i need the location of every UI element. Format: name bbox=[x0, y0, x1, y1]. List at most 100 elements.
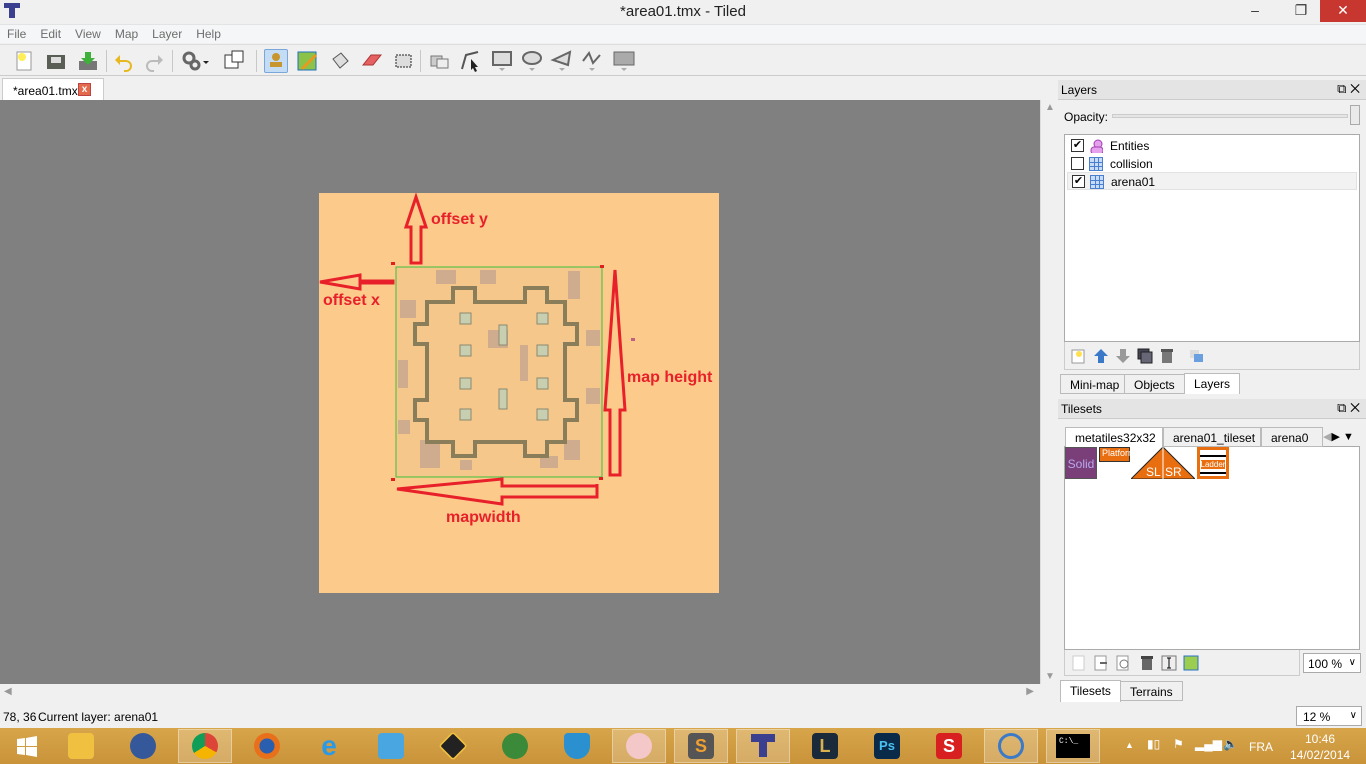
insert-ellipse-icon[interactable] bbox=[520, 49, 544, 73]
tileset-view[interactable]: metatiles32x32 arena01_tileset arena0 ◀▶… bbox=[1064, 427, 1360, 650]
lower-layer-icon[interactable] bbox=[1115, 348, 1131, 364]
taskbar-app-arrows[interactable] bbox=[426, 729, 480, 763]
tab-layers[interactable]: Layers bbox=[1184, 373, 1241, 394]
float-icon[interactable]: ⧉ bbox=[1337, 400, 1346, 415]
clock-time[interactable]: 10:46 bbox=[1305, 732, 1335, 746]
taskbar-app-sync[interactable] bbox=[984, 729, 1038, 763]
duplicate-layer-icon[interactable] bbox=[1137, 348, 1153, 364]
tab-arena01-tileset[interactable]: arena01_tileset bbox=[1163, 427, 1261, 447]
raise-layer-icon[interactable] bbox=[1093, 348, 1109, 364]
menu-view[interactable]: View bbox=[68, 25, 108, 43]
layer-arena01[interactable]: ✔ arena01 bbox=[1067, 172, 1357, 190]
taskbar-globe[interactable] bbox=[116, 729, 170, 763]
new-icon[interactable] bbox=[12, 49, 36, 73]
menu-layer[interactable]: Layer bbox=[145, 25, 189, 43]
insert-polygon-icon[interactable] bbox=[550, 49, 574, 73]
tile-platform[interactable]: Platform bbox=[1099, 447, 1136, 462]
tab-list-icon[interactable]: ▼ bbox=[1343, 431, 1354, 443]
taskbar-command-prompt[interactable]: C:\_ bbox=[1046, 729, 1100, 763]
rename-icon[interactable] bbox=[1161, 655, 1177, 671]
tab-close-icon[interactable]: x bbox=[78, 83, 91, 96]
layer-entities[interactable]: ✔ Entities bbox=[1067, 137, 1357, 155]
rect-select-icon[interactable] bbox=[392, 49, 416, 73]
random-dice-icon[interactable] bbox=[222, 49, 246, 73]
tab-tilesets[interactable]: Tilesets bbox=[1060, 680, 1121, 702]
tab-scroll-buttons[interactable]: ◀▶ ▼ bbox=[1323, 427, 1361, 447]
tileset-zoom-select[interactable]: 100 % ∨ bbox=[1303, 653, 1361, 673]
menu-edit[interactable]: Edit bbox=[33, 25, 68, 43]
power-icon[interactable]: ▮▯ bbox=[1147, 737, 1160, 751]
taskbar-scissors[interactable] bbox=[612, 729, 666, 763]
menu-file[interactable]: File bbox=[0, 25, 33, 43]
taskbar-sublime-text[interactable]: S bbox=[674, 729, 728, 763]
horizontal-scrollbar[interactable]: ◀ ▶ bbox=[0, 684, 1040, 701]
float-icon[interactable]: ⧉ bbox=[1337, 81, 1346, 96]
edit-terrain-icon[interactable] bbox=[1183, 655, 1199, 671]
tile-solid[interactable]: Solid bbox=[1065, 447, 1097, 479]
bucket-fill-icon[interactable] bbox=[328, 49, 352, 73]
menu-map[interactable]: Map bbox=[108, 25, 145, 43]
edit-polygons-icon[interactable] bbox=[458, 49, 482, 73]
open-icon[interactable] bbox=[44, 49, 68, 73]
layer-collision[interactable]: collision bbox=[1067, 155, 1357, 173]
show-hidden-icons-icon[interactable]: ▲ bbox=[1125, 740, 1134, 750]
minimize-button[interactable]: – bbox=[1240, 0, 1270, 22]
taskbar-network-globe[interactable] bbox=[488, 729, 542, 763]
volume-icon[interactable]: 🔈 bbox=[1223, 737, 1238, 751]
tileset-properties-icon[interactable] bbox=[1115, 655, 1131, 671]
insert-polyline-icon[interactable] bbox=[580, 49, 604, 73]
taskbar-photoshop[interactable]: Ps bbox=[860, 729, 914, 763]
opacity-slider-handle[interactable] bbox=[1350, 105, 1360, 125]
taskbar-shield[interactable] bbox=[550, 729, 604, 763]
redo-icon[interactable] bbox=[142, 49, 166, 73]
close-panel-icon[interactable]: ✕ bbox=[1350, 400, 1360, 415]
insert-tile-icon[interactable] bbox=[612, 49, 636, 73]
terrain-brush-icon[interactable] bbox=[296, 49, 320, 73]
layer-properties-icon[interactable] bbox=[1189, 348, 1205, 364]
menu-help[interactable]: Help bbox=[189, 25, 228, 43]
tab-objects[interactable]: Objects bbox=[1124, 374, 1185, 394]
vertical-scrollbar[interactable]: ▲ ▼ bbox=[1040, 100, 1057, 684]
tab-metatiles32x32[interactable]: metatiles32x32 bbox=[1065, 427, 1163, 447]
tile-ladder[interactable]: Ladder bbox=[1197, 447, 1229, 479]
visibility-checkbox[interactable]: ✔ bbox=[1071, 139, 1084, 152]
tile-slopes[interactable]: SL SR bbox=[1131, 447, 1195, 479]
taskbar-tiled[interactable] bbox=[736, 729, 790, 763]
save-icon[interactable] bbox=[76, 49, 100, 73]
signal-icon[interactable]: ▂▄▆ bbox=[1195, 737, 1222, 751]
taskbar-internet-explorer[interactable]: e bbox=[302, 729, 356, 763]
import-tileset-icon[interactable] bbox=[1093, 655, 1109, 671]
undo-icon[interactable] bbox=[112, 49, 136, 73]
command-icon[interactable] bbox=[180, 49, 209, 73]
opacity-slider[interactable] bbox=[1112, 114, 1348, 118]
taskbar-chrome[interactable] bbox=[178, 729, 232, 763]
new-tileset-icon[interactable] bbox=[1071, 655, 1087, 671]
start-button[interactable] bbox=[0, 729, 54, 763]
tab-arena0[interactable]: arena0 bbox=[1261, 427, 1323, 447]
flag-icon[interactable]: ⚑ bbox=[1173, 737, 1184, 751]
add-layer-icon[interactable] bbox=[1071, 348, 1087, 364]
map-canvas[interactable]: offset y offset x map height mapwidth bbox=[0, 100, 1040, 684]
taskbar-firefox[interactable] bbox=[240, 729, 294, 763]
visibility-checkbox[interactable]: ✔ bbox=[1072, 175, 1085, 188]
delete-tileset-icon[interactable] bbox=[1139, 655, 1155, 671]
stamp-brush-icon[interactable] bbox=[264, 49, 288, 73]
select-objects-icon[interactable] bbox=[428, 49, 452, 73]
taskbar-app-bird[interactable] bbox=[364, 729, 418, 763]
delete-layer-icon[interactable] bbox=[1159, 348, 1175, 364]
taskbar-app-s[interactable]: S bbox=[922, 729, 976, 763]
language-indicator[interactable]: FRA bbox=[1249, 740, 1273, 754]
close-panel-icon[interactable]: ✕ bbox=[1350, 81, 1360, 96]
taskbar-file-explorer[interactable] bbox=[54, 729, 108, 763]
clock-date[interactable]: 14/02/2014 bbox=[1290, 748, 1350, 762]
taskbar-league-of-legends[interactable]: L bbox=[798, 729, 852, 763]
maximize-button[interactable]: ❐ bbox=[1286, 0, 1316, 22]
insert-rectangle-icon[interactable] bbox=[490, 49, 514, 73]
map-zoom-select[interactable]: 12 % ∨ bbox=[1296, 706, 1362, 726]
tab-terrains[interactable]: Terrains bbox=[1120, 681, 1183, 701]
visibility-checkbox[interactable] bbox=[1071, 157, 1084, 170]
eraser-icon[interactable] bbox=[360, 49, 384, 73]
tab-area01[interactable]: *area01.tmx x bbox=[2, 78, 104, 100]
tab-mini-map[interactable]: Mini-map bbox=[1060, 374, 1130, 394]
close-button[interactable]: ✕ bbox=[1320, 0, 1366, 22]
